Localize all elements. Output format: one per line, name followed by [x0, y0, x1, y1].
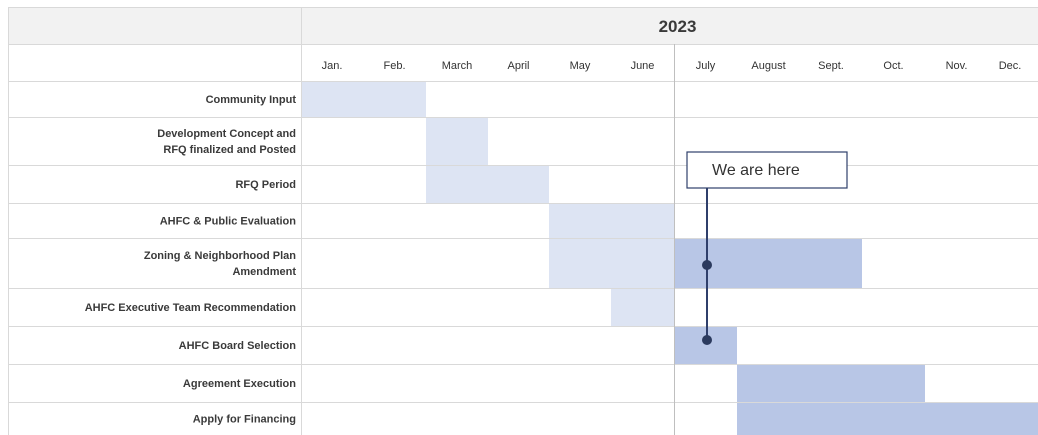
task-label: Development Concept and — [157, 128, 296, 140]
task-bar — [737, 364, 925, 402]
task-bar — [426, 117, 488, 165]
marker-dot — [702, 335, 712, 345]
task-label: AHFC & Public Evaluation — [160, 216, 297, 228]
month-label: Dec. — [999, 60, 1022, 72]
month-label: August — [751, 60, 785, 72]
month-label: March — [442, 60, 473, 72]
year-header-bg — [8, 7, 1038, 44]
task-bar — [674, 238, 862, 288]
task-label: Zoning & Neighborhood Plan — [144, 250, 296, 262]
task-label: Apply for Financing — [193, 414, 296, 426]
task-bar — [674, 326, 737, 364]
month-label: July — [696, 60, 716, 72]
month-label: June — [631, 60, 655, 72]
task-bar — [426, 165, 549, 203]
task-bar — [549, 203, 674, 238]
task-label: AHFC Board Selection — [179, 340, 297, 352]
year-label: 2023 — [659, 17, 697, 36]
task-label: Amendment — [232, 266, 296, 278]
month-label: May — [570, 60, 591, 72]
label-header-cell — [8, 44, 301, 81]
task-bar — [549, 238, 674, 288]
month-label: Nov. — [946, 60, 968, 72]
task-label: Community Input — [206, 94, 297, 106]
task-label: AHFC Executive Team Recommendation — [85, 302, 297, 314]
marker-label: We are here — [712, 162, 800, 179]
task-label: Agreement Execution — [183, 378, 296, 390]
month-label: Feb. — [383, 60, 405, 72]
marker-dot — [702, 260, 712, 270]
gantt-chart: 2023 Jan. Feb. March April May June July August S… — [8, 7, 1038, 435]
task-label: RFQ finalized and Posted — [163, 144, 296, 156]
month-label: Sept. — [818, 60, 844, 72]
task-bar — [301, 81, 426, 117]
month-label: April — [507, 60, 529, 72]
month-label: Jan. — [322, 60, 343, 72]
task-bar — [737, 402, 1038, 435]
task-bar — [611, 288, 674, 326]
month-label: Oct. — [883, 60, 903, 72]
task-label: RFQ Period — [235, 179, 296, 191]
